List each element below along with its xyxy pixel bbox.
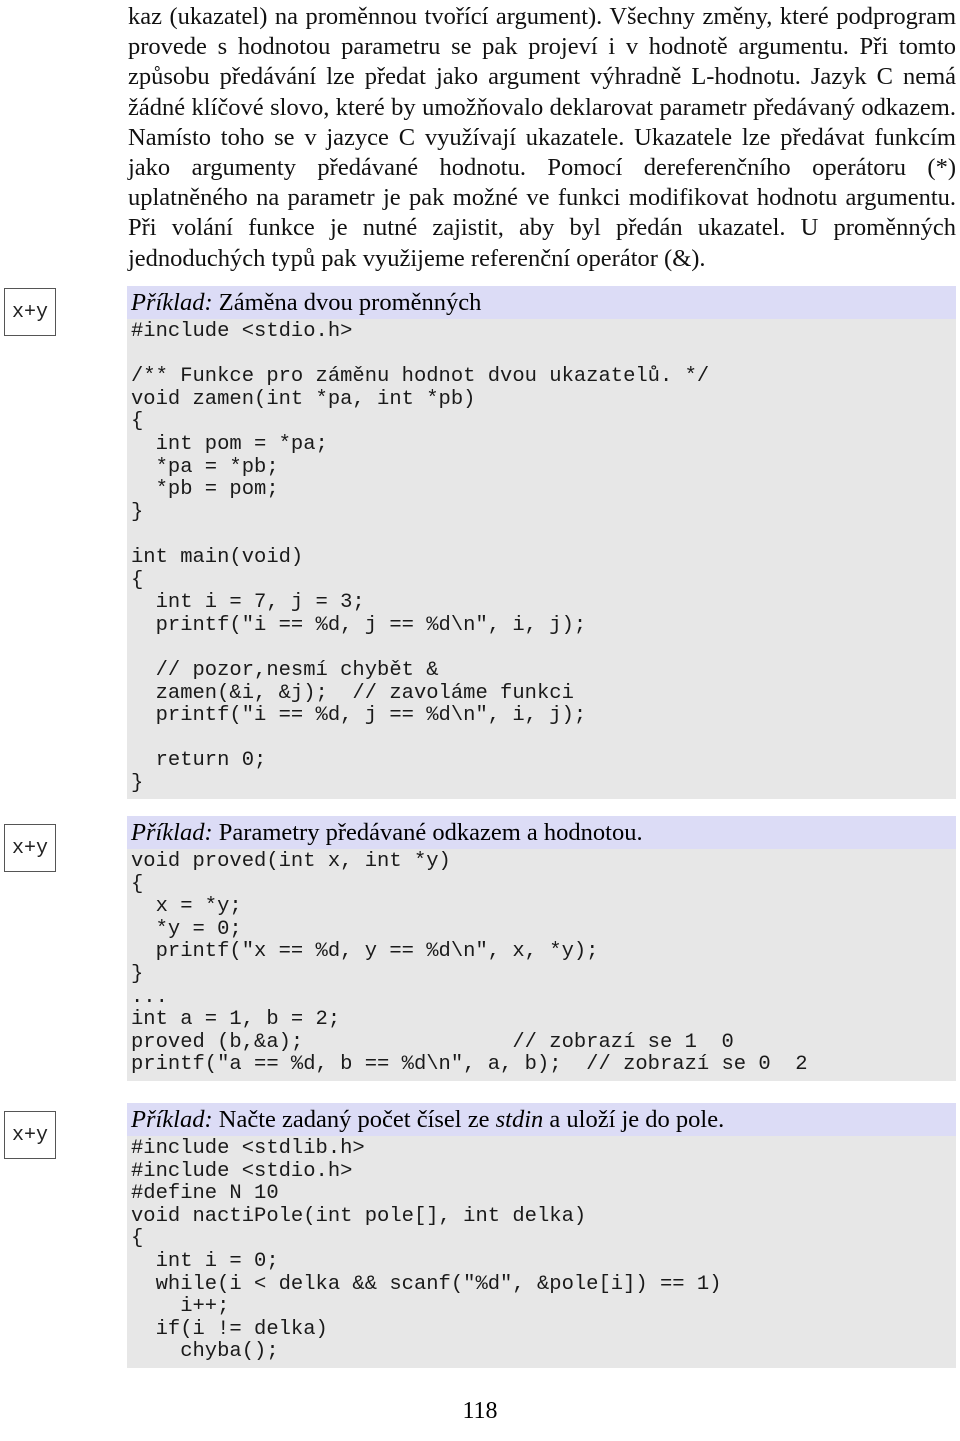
code-block-2: void proved(int x, int *y) { x = *y; *y … [127, 849, 956, 1081]
example-marker-label: x+y [11, 1123, 48, 1147]
example-header-prefix: Příklad: [131, 289, 213, 316]
example-header-3: Příklad: Načte zadaný počet čísel ze std… [127, 1103, 956, 1136]
example-header-prefix: Příklad: [131, 1106, 213, 1133]
example-header-title-part2: a uloží je do pole. [543, 1106, 725, 1133]
example-marker-label: x+y [11, 836, 48, 860]
example-header-1: Příklad: Záměna dvou proměnných [127, 286, 956, 319]
example-marker-label: x+y [11, 300, 48, 324]
example-header-prefix: Příklad: [131, 819, 213, 846]
code-block-3: #include <stdlib.h> #include <stdio.h> #… [127, 1136, 956, 1368]
page-number: 118 [462, 1398, 498, 1424]
code-block-1: #include <stdio.h> /** Funkce pro záměnu… [127, 319, 956, 800]
document-page: kaz (ukazatel) na proměnnou tvořící argu… [0, 0, 960, 1441]
example-header-title-emphasis: stdin [495, 1106, 544, 1133]
example-body-3: Příklad: Načte zadaný počet čísel ze std… [127, 1103, 956, 1368]
example-marker-icon: x+y [4, 824, 56, 872]
example-marker-icon: x+y [4, 288, 56, 336]
example-marker-icon: x+y [4, 1111, 56, 1159]
example-header-title: Záměna dvou proměnných [212, 289, 482, 316]
example-header-title: Parametry předávané odkazem a hodnotou. [212, 819, 643, 846]
intro-paragraph: kaz (ukazatel) na proměnnou tvořící argu… [128, 2, 956, 274]
example-header-2: Příklad: Parametry předávané odkazem a h… [127, 816, 956, 849]
example-body-1: Příklad: Záměna dvou proměnných #include… [127, 286, 956, 800]
example-header-title-part1: Načte zadaný počet čísel ze [212, 1106, 496, 1133]
intro-paragraph-text: kaz (ukazatel) na proměnnou tvořící argu… [128, 3, 956, 272]
example-body-2: Příklad: Parametry předávané odkazem a h… [127, 816, 956, 1081]
